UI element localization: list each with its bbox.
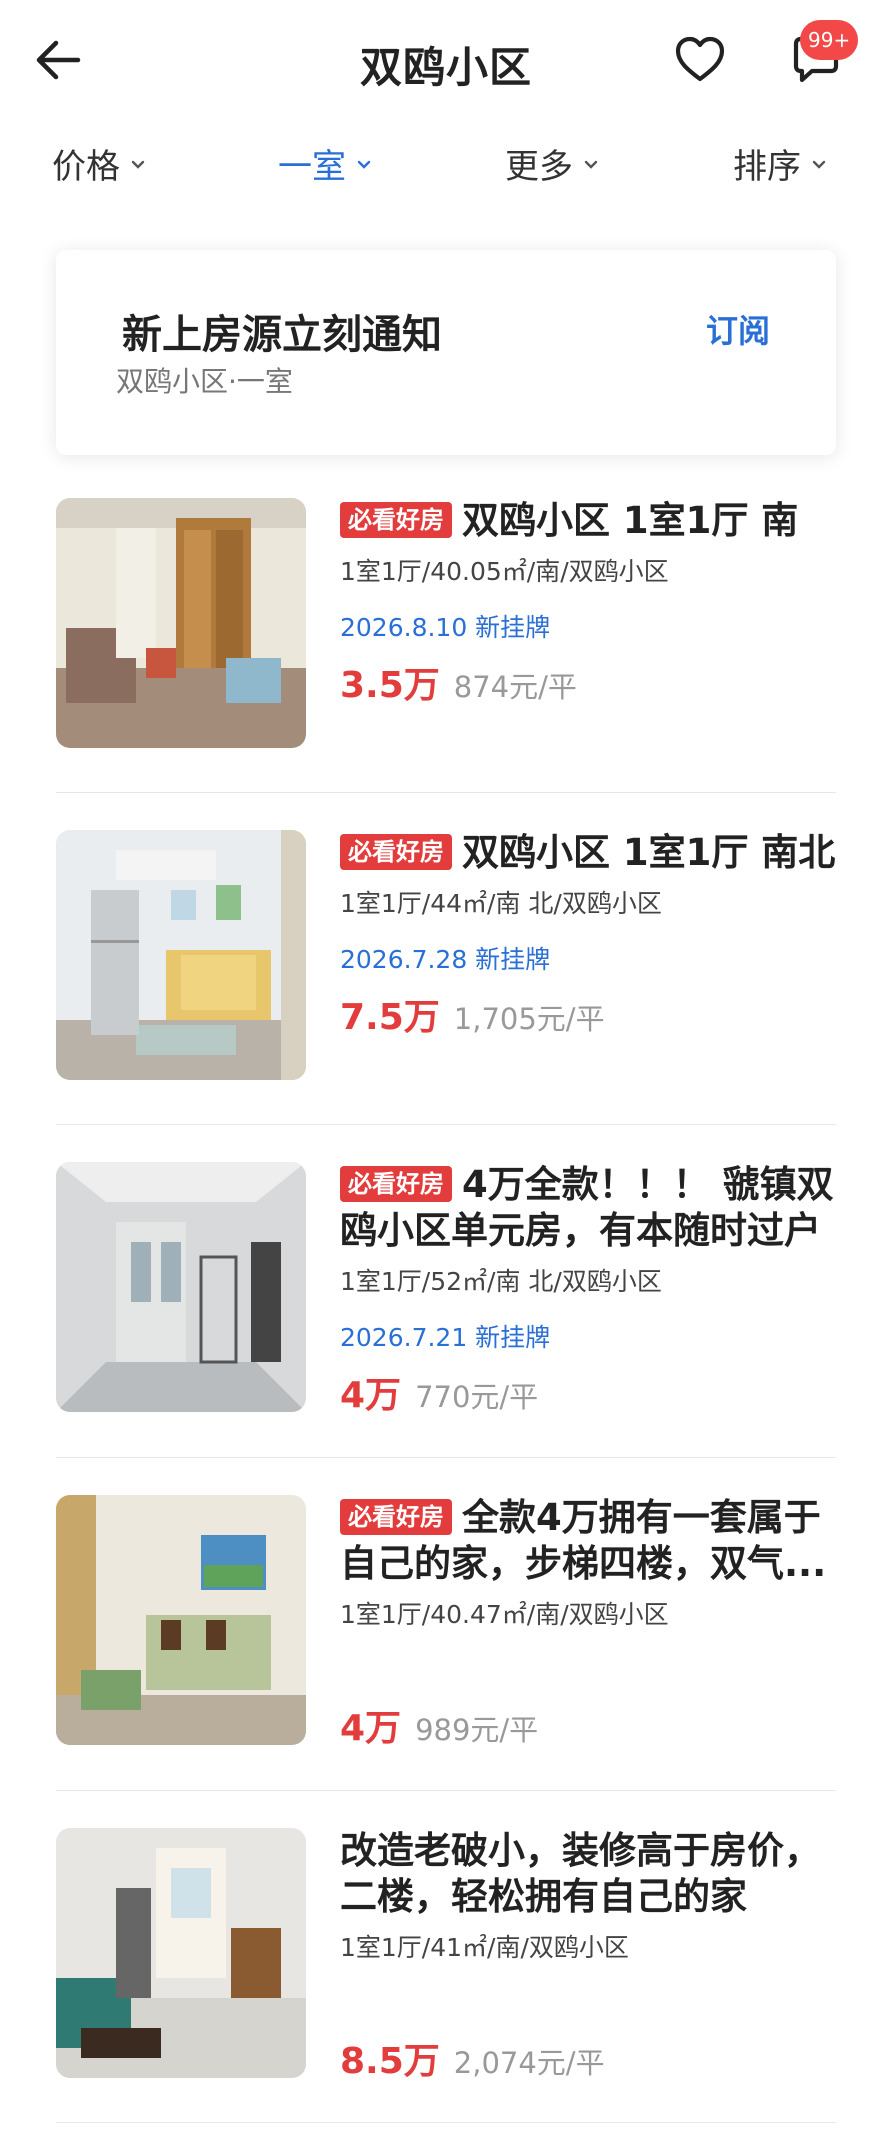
price-row: 4万 989元/平 <box>340 1699 836 1751</box>
filter-rooms[interactable]: 一室 <box>278 130 372 196</box>
filter-bar: 价格 一室 更多 排序 <box>0 130 892 196</box>
notification-badge: 99+ <box>800 20 859 60</box>
listing-unit-price: 1,705元/平 <box>453 1002 605 1036</box>
price-row: 7.5万 1,705元/平 <box>340 988 836 1040</box>
featured-badge: 必看好房 <box>340 1166 452 1202</box>
chevron-down-icon <box>812 160 826 169</box>
listing-photo[interactable] <box>56 1828 306 2078</box>
divider <box>56 2122 836 2123</box>
top-bar: 双鸥小区 99+ <box>0 0 892 120</box>
featured-badge: 必看好房 <box>340 834 452 870</box>
filter-sort[interactable]: 排序 <box>733 130 827 196</box>
chevron-down-icon <box>584 160 598 169</box>
listing-title-text: 改造老破小，装修高于房价，二楼，轻松拥有自己的家 <box>340 1829 821 1918</box>
listing-date: 2026.8.10 新挂牌 <box>340 613 551 642</box>
listing-title-text: 双鸥小区 1室1厅 南北 <box>462 831 836 874</box>
listing-price: 4万 <box>340 1375 402 1416</box>
filter-price[interactable]: 价格 <box>52 130 146 196</box>
subscribe-button[interactable]: 订阅 <box>706 306 770 352</box>
listing-meta: 1室1厅/40.05㎡/南/双鸥小区 <box>340 557 669 586</box>
listing-card[interactable]: 必看好房 双鸥小区 1室1厅 南 1室1厅/40.05㎡/南/双鸥小区 2026.… <box>56 498 836 748</box>
divider <box>56 792 836 793</box>
filter-label: 排序 <box>733 146 801 187</box>
listing-photo[interactable] <box>56 1162 306 1412</box>
listing-card[interactable]: 必看好房 双鸥小区 1室1厅 南北 1室1厅/44㎡/南 北/双鸥小区 2026.… <box>56 830 836 1080</box>
filter-more[interactable]: 更多 <box>505 130 599 196</box>
listing-price: 7.5万 <box>340 997 440 1038</box>
listing-unit-price: 989元/平 <box>415 1713 539 1747</box>
listing-unit-price: 874元/平 <box>453 670 577 704</box>
listing-title: 必看好房 全款4万拥有一套属于自己的家，步梯四楼，双气... <box>340 1495 836 1587</box>
listing-card[interactable]: 改造老破小，装修高于房价，二楼，轻松拥有自己的家 1室1厅/41㎡/南/双鸥小区… <box>56 1828 836 2082</box>
filter-label: 一室 <box>278 146 346 187</box>
listing-meta: 1室1厅/40.47㎡/南/双鸥小区 <box>340 1600 669 1629</box>
divider <box>56 1790 836 1791</box>
featured-badge: 必看好房 <box>340 502 452 538</box>
listing-title: 必看好房 4万全款！！！ 虢镇双鸥小区单元房，有本随时过户 <box>340 1162 836 1254</box>
listing-date <box>340 1651 836 1683</box>
price-row: 4万 770元/平 <box>340 1366 836 1418</box>
listing-price: 3.5万 <box>340 665 440 706</box>
listing-meta: 1室1厅/52㎡/南 北/双鸥小区 <box>340 1267 662 1296</box>
listing-photo[interactable] <box>56 830 306 1080</box>
listing-price: 4万 <box>340 1708 402 1749</box>
subscribe-subtitle: 双鸥小区·一室 <box>116 365 293 398</box>
price-row: 8.5万 2,074元/平 <box>340 2032 836 2084</box>
listing-meta: 1室1厅/41㎡/南/双鸥小区 <box>340 1933 629 1962</box>
listing-photo[interactable] <box>56 1495 306 1745</box>
page-title: 双鸥小区 <box>359 43 532 92</box>
filter-label: 更多 <box>505 146 573 187</box>
listing-price: 8.5万 <box>340 2041 440 2082</box>
listing-unit-price: 2,074元/平 <box>453 2046 605 2080</box>
listing-photo[interactable] <box>56 498 306 748</box>
listing-title: 改造老破小，装修高于房价，二楼，轻松拥有自己的家 <box>340 1828 836 1920</box>
listing-info: 必看好房 4万全款！！！ 虢镇双鸥小区单元房，有本随时过户 1室1厅/52㎡/南 … <box>340 1162 836 1418</box>
listing-title: 必看好房 双鸥小区 1室1厅 南 <box>340 498 836 544</box>
listing-title: 必看好房 双鸥小区 1室1厅 南北 <box>340 830 836 876</box>
subscribe-title: 新上房源立刻通知 <box>122 312 442 358</box>
divider <box>56 1124 836 1125</box>
filter-label: 价格 <box>52 146 120 187</box>
listing-date <box>340 1984 836 2016</box>
chevron-down-icon <box>357 160 371 169</box>
listing-date: 2026.7.21 新挂牌 <box>340 1323 551 1352</box>
heart-icon[interactable] <box>672 32 728 88</box>
price-row: 3.5万 874元/平 <box>340 656 836 708</box>
listing-info: 必看好房 双鸥小区 1室1厅 南北 1室1厅/44㎡/南 北/双鸥小区 2026.… <box>340 830 836 1040</box>
listing-date: 2026.7.28 新挂牌 <box>340 945 551 974</box>
listing-unit-price: 770元/平 <box>415 1380 539 1414</box>
chevron-down-icon <box>131 160 145 169</box>
listing-card[interactable]: 必看好房 全款4万拥有一套属于自己的家，步梯四楼，双气... 1室1厅/40.47… <box>56 1495 836 1749</box>
listing-info: 改造老破小，装修高于房价，二楼，轻松拥有自己的家 1室1厅/41㎡/南/双鸥小区… <box>340 1828 836 2084</box>
listing-meta: 1室1厅/44㎡/南 北/双鸥小区 <box>340 889 662 918</box>
listing-info: 必看好房 全款4万拥有一套属于自己的家，步梯四楼，双气... 1室1厅/40.47… <box>340 1495 836 1751</box>
listing-info: 必看好房 双鸥小区 1室1厅 南 1室1厅/40.05㎡/南/双鸥小区 2026.… <box>340 498 836 708</box>
listing-title-text: 双鸥小区 1室1厅 南 <box>462 499 799 542</box>
listing-card[interactable]: 必看好房 4万全款！！！ 虢镇双鸥小区单元房，有本随时过户 1室1厅/52㎡/南 … <box>56 1162 836 1416</box>
featured-badge: 必看好房 <box>340 1499 452 1535</box>
subscribe-card: 新上房源立刻通知 双鸥小区·一室 订阅 <box>56 250 836 455</box>
divider <box>56 1457 836 1458</box>
